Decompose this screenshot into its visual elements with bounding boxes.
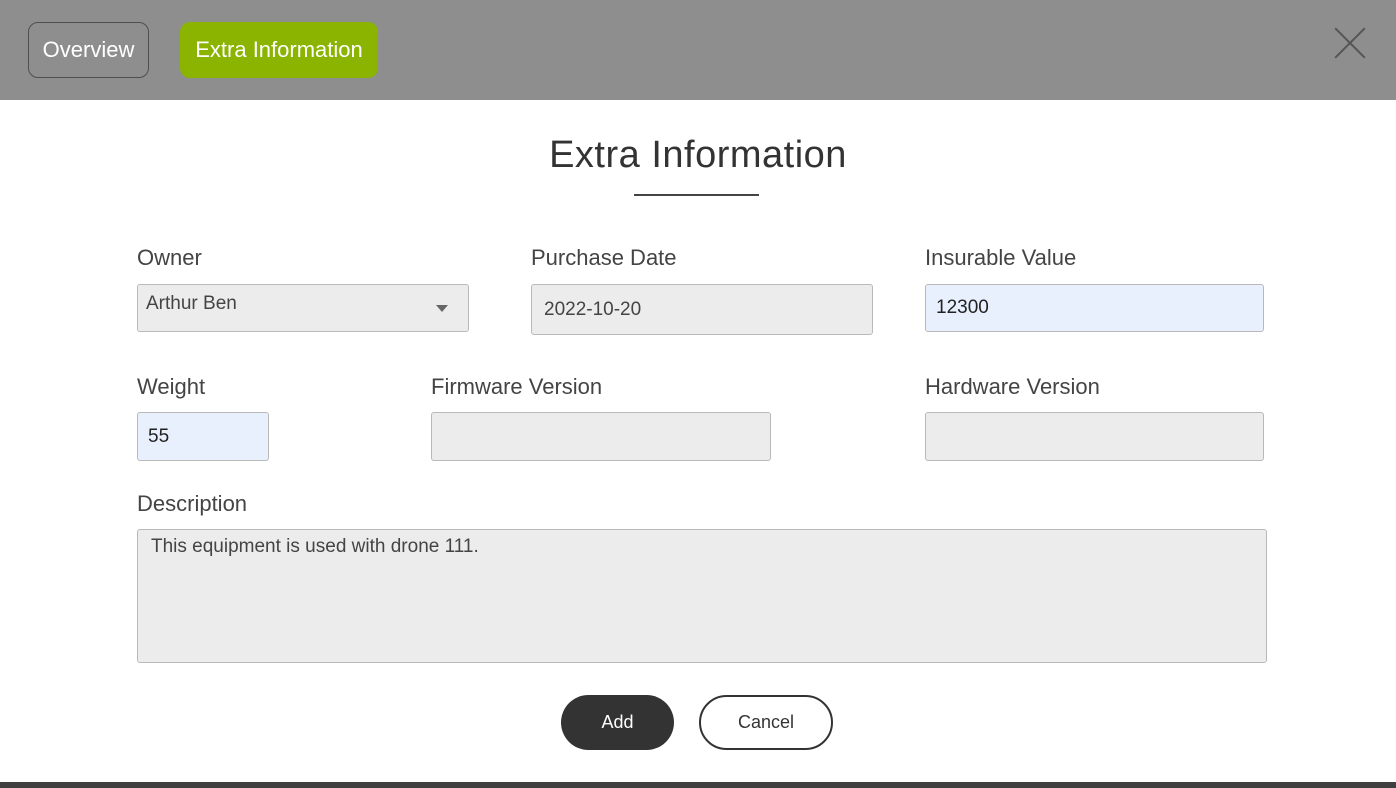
weight-input[interactable]: 55 (137, 412, 269, 461)
extra-information-modal: Extra Information Owner Arthur Ben Purch… (0, 100, 1396, 782)
purchase-date-label: Purchase Date (531, 245, 677, 270)
tab-overview[interactable]: Overview (28, 22, 149, 78)
close-icon[interactable] (1330, 22, 1370, 62)
description-textarea[interactable]: This equipment is used with drone 111. (137, 529, 1267, 663)
purchase-date-input[interactable]: 2022-10-20 (531, 284, 873, 335)
cancel-button[interactable]: Cancel (699, 695, 833, 750)
description-label: Description (137, 491, 248, 516)
tab-extra-information[interactable]: Extra Information (180, 22, 378, 78)
modal-header-bar: Overview Extra Information (0, 0, 1396, 100)
insurable-value-input[interactable]: 12300 (925, 284, 1264, 332)
page-title: Extra Information (549, 134, 847, 176)
insurable-value-label: Insurable Value (925, 245, 1077, 270)
add-button[interactable]: Add (561, 695, 674, 750)
background-page-strip (0, 782, 1396, 788)
owner-select[interactable]: Arthur Ben (137, 284, 469, 332)
owner-select-value: Arthur Ben (146, 293, 237, 314)
hardware-version-input[interactable] (925, 412, 1264, 461)
firmware-version-input[interactable] (431, 412, 771, 461)
hardware-version-label: Hardware Version (925, 374, 1100, 399)
firmware-version-label: Firmware Version (431, 374, 603, 399)
owner-label: Owner (137, 245, 202, 270)
chevron-down-icon (436, 305, 448, 312)
title-underline (634, 194, 759, 196)
weight-label: Weight (137, 374, 206, 399)
